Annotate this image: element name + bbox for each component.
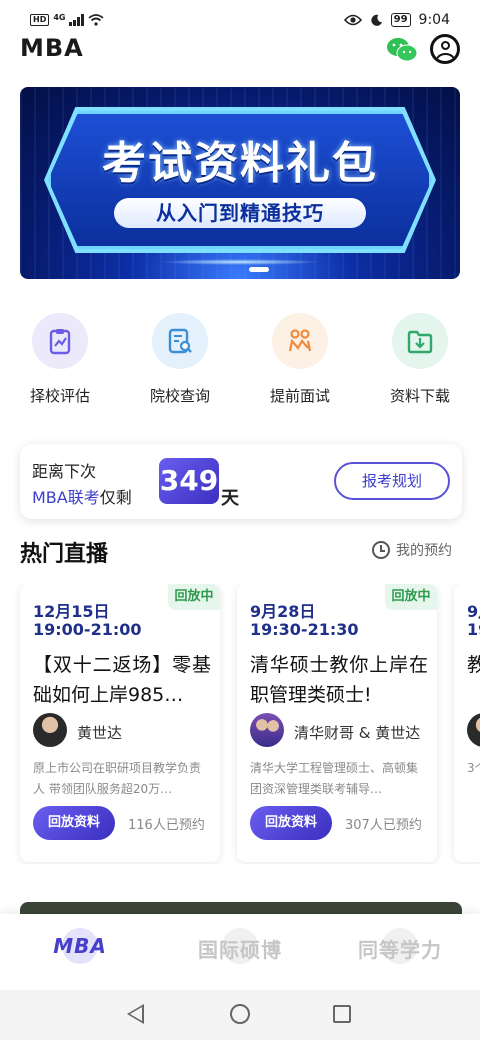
banner-title: 考试资料礼包 <box>102 138 378 189</box>
countdown-prefix: 距离下次 <box>32 462 97 481</box>
teacher-description: 清华大学工程管理硕士、高顿集团资深管理类联考辅导… <box>250 761 419 796</box>
remaining-label: 仅剩 <box>99 488 132 507</box>
carousel-indicator[interactable] <box>249 267 269 272</box>
live-date: 9月 <box>467 602 480 621</box>
tab-label: 同等学力 <box>358 938 442 962</box>
live-title: 【双十二返场】零基础如何上岸985… <box>33 654 211 706</box>
profile-icon[interactable] <box>430 34 460 64</box>
booked-count: 116人已预约 <box>128 818 205 833</box>
exam-plan-button[interactable]: 报考规划 <box>334 462 450 500</box>
quick-action-downloads[interactable]: 资料下载 <box>365 313 475 406</box>
my-booking-link[interactable]: 我的预约 <box>372 540 452 560</box>
home-icon[interactable] <box>230 1004 250 1024</box>
quick-action-early-interview[interactable]: 提前面试 <box>245 313 355 406</box>
teacher-avatar <box>250 713 284 747</box>
status-left: HD 4G <box>30 12 104 26</box>
teacher-avatar <box>33 713 67 747</box>
live-date: 12月15日 <box>33 602 110 621</box>
live-time: 19:00-21:00 <box>33 620 142 639</box>
recents-icon[interactable] <box>333 1005 351 1023</box>
document-search-icon <box>152 313 208 369</box>
replay-badge: 回放中 <box>168 584 220 610</box>
system-nav-bar <box>0 990 480 1040</box>
days-remaining: 349 <box>159 458 219 504</box>
tab-label: MBA <box>53 934 107 958</box>
wechat-icon[interactable] <box>386 36 418 64</box>
booked-count: 307人已预约 <box>345 818 422 833</box>
network-type: 4G <box>53 12 66 22</box>
quick-action-school-assessment[interactable]: 择校评估 <box>5 313 115 406</box>
tab-label: 国际硕博 <box>198 938 282 962</box>
live-card[interactable]: 9月 19 教你上岸 3个年 <box>454 584 480 862</box>
people-icon <box>272 313 328 369</box>
my-booking-label: 我的预约 <box>396 543 452 559</box>
live-date: 9月28日 <box>250 602 316 621</box>
live-title: 教你上岸 <box>467 654 480 676</box>
teacher-description: 原上市公司在职研项目教学负责人 带领团队服务超20万… <box>33 761 202 796</box>
banner-subtitle: 从入门到精通技巧 <box>114 198 366 228</box>
folder-download-icon <box>392 313 448 369</box>
battery-icon: 99 <box>390 13 411 27</box>
teacher-description: 3个年 <box>467 761 480 775</box>
hd-badge: HD <box>30 14 50 26</box>
moon-icon <box>370 14 382 26</box>
quick-action-label: 院校查询 <box>149 387 210 405</box>
exam-name: MBA联考 <box>32 488 100 507</box>
quick-action-school-search[interactable]: 院校查询 <box>125 313 235 406</box>
live-title: 清华硕士教你上岸在职管理类硕士! <box>250 654 428 706</box>
promo-banner[interactable]: 考试资料礼包 从入门到精通技巧 <box>20 87 460 279</box>
live-time: 19 <box>467 620 480 639</box>
teacher-avatar <box>467 713 480 747</box>
eye-icon <box>343 14 362 26</box>
live-card-list[interactable]: 回放中 12月15日 19:00-21:00 【双十二返场】零基础如何上岸985… <box>0 584 480 864</box>
exam-countdown-card: 距离下次 MBA联考仅剩 349 天 报考规划 <box>20 444 462 519</box>
signal-icon <box>69 14 84 26</box>
status-bar: HD 4G 99 9:04 <box>0 0 480 36</box>
app-title: MBA <box>20 34 84 62</box>
clock-time: 9:04 <box>418 12 450 28</box>
live-time: 19:30-21:30 <box>250 620 359 639</box>
bottom-tab-bar: MBA 国际硕博 同等学力 <box>0 914 480 990</box>
tab-mba[interactable]: MBA <box>0 914 160 990</box>
wifi-icon <box>88 14 104 26</box>
teacher-name: 清华财哥 & 黄世达 <box>294 724 421 742</box>
quick-action-label: 资料下载 <box>389 387 450 405</box>
days-unit: 天 <box>221 488 239 509</box>
teacher-name: 黄世达 <box>77 724 123 742</box>
tab-international-degree[interactable]: 国际硕博 <box>160 914 320 990</box>
live-card[interactable]: 回放中 9月28日 19:30-21:30 清华硕士教你上岸在职管理类硕士! 清… <box>237 584 437 862</box>
back-icon[interactable] <box>127 1004 144 1024</box>
clipboard-chart-icon <box>32 313 88 369</box>
live-section-title: 热门直播 <box>20 542 109 567</box>
replay-badge: 回放中 <box>385 584 437 610</box>
replay-materials-button[interactable]: 回放资料 <box>33 806 115 840</box>
tab-equivalent-degree[interactable]: 同等学力 <box>320 914 480 990</box>
quick-action-label: 提前面试 <box>269 387 330 405</box>
countdown-line: MBA联考仅剩 <box>32 484 132 508</box>
live-card[interactable]: 回放中 12月15日 19:00-21:00 【双十二返场】零基础如何上岸985… <box>20 584 220 862</box>
quick-action-label: 择校评估 <box>29 387 90 405</box>
clock-icon <box>372 541 390 559</box>
status-right: 99 9:04 <box>343 12 450 28</box>
replay-materials-button[interactable]: 回放资料 <box>250 806 332 840</box>
